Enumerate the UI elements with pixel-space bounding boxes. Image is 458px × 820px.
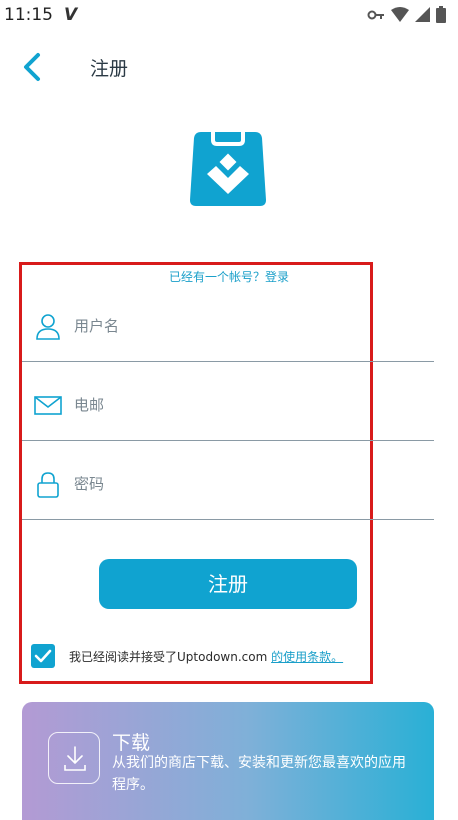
download-card[interactable]: 下载 从我们的商店下载、安装和更新您最喜欢的应用程序。 xyxy=(22,702,434,820)
terms-link[interactable]: 的使用条款。 xyxy=(271,650,343,664)
terms-checkbox[interactable] xyxy=(31,644,55,668)
app-bar: 注册 xyxy=(0,40,458,96)
envelope-icon xyxy=(34,396,62,415)
register-button[interactable]: 注册 xyxy=(99,559,357,609)
username-placeholder: 用户名 xyxy=(74,317,120,335)
page-title: 注册 xyxy=(90,58,129,80)
email-placeholder: 电邮 xyxy=(74,396,105,414)
battery-icon xyxy=(436,6,446,23)
lock-icon xyxy=(37,472,59,498)
username-field[interactable]: 用户名 xyxy=(22,284,434,362)
uptodown-logo-icon xyxy=(190,132,266,206)
download-description: 从我们的商店下载、安装和更新您最喜欢的应用程序。 xyxy=(112,755,406,793)
checkmark-icon xyxy=(34,649,52,663)
status-time: 11:15 xyxy=(4,5,53,25)
status-bar: 11:15 V xyxy=(0,0,458,32)
terms-text: 我已经阅读并接受了Uptodown.com 的使用条款。 xyxy=(69,648,343,665)
download-title: 下载 xyxy=(112,732,151,754)
password-field[interactable]: 密码 xyxy=(22,442,434,520)
password-placeholder: 密码 xyxy=(74,475,105,493)
notification-icon: V xyxy=(64,5,78,25)
vpn-key-icon xyxy=(367,10,384,19)
terms-statement: 我已经阅读并接受了Uptodown.com xyxy=(69,650,272,664)
status-icons xyxy=(367,6,446,23)
back-arrow-icon[interactable] xyxy=(18,50,48,84)
login-link[interactable]: 已经有一个帐号？登录 xyxy=(0,268,458,285)
email-field[interactable]: 电邮 xyxy=(22,363,434,441)
signal-icon xyxy=(415,7,430,22)
download-icon xyxy=(48,732,100,784)
wifi-icon xyxy=(391,7,409,22)
user-icon xyxy=(36,314,60,340)
